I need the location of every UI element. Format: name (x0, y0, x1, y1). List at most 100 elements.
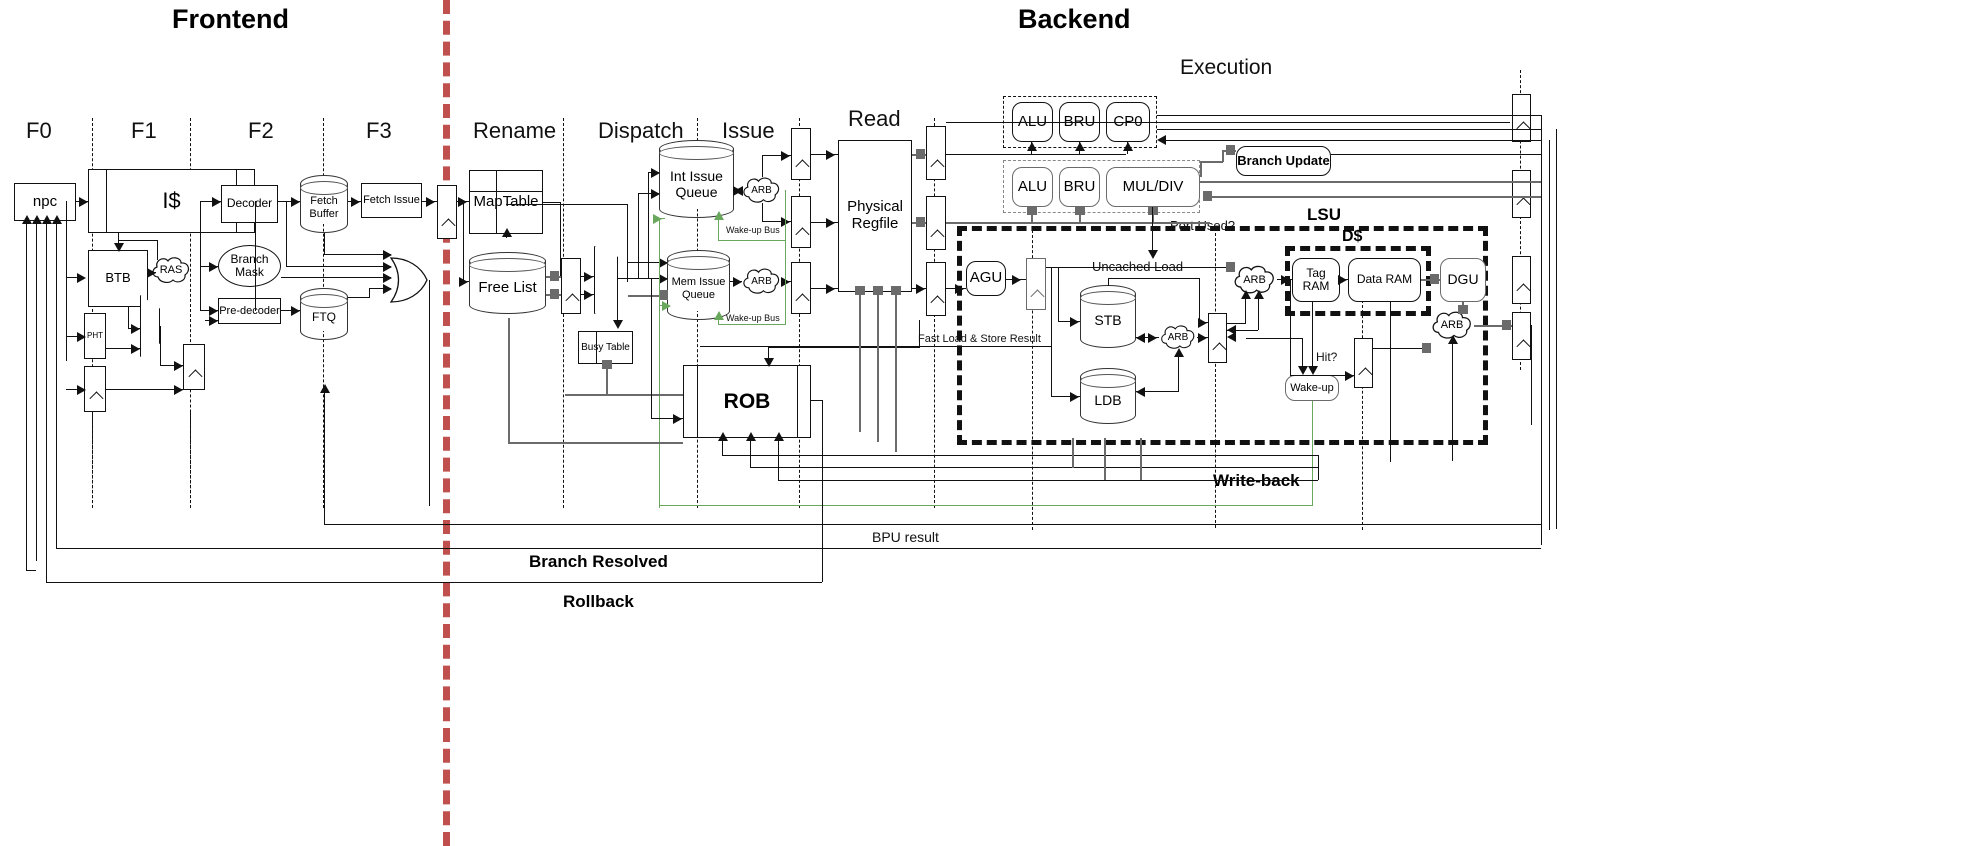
decoder-label: Decoder (226, 196, 273, 211)
wire-btb-mux-a (128, 307, 129, 329)
arrow-exec-alu2 (1027, 206, 1037, 215)
arrow-lsureg-back2 (1227, 332, 1236, 342)
wire-wb-3 (778, 480, 1318, 481)
arrow-mux-intq-2 (651, 189, 660, 199)
issue-mem-arb-label: ARB (751, 275, 772, 287)
wire-cp0-out2 (1157, 129, 1541, 130)
wire-muldiv-branchupdate-v (1200, 161, 1202, 177)
wire-rreg1-exec (946, 122, 1510, 123)
arrow-ldb-arb (1136, 387, 1145, 397)
wire-wakeup-bus-int-v (718, 218, 719, 240)
wire-fast-load-store-v (1051, 297, 1052, 346)
wakeup-label: Wake-up (1290, 381, 1334, 394)
wire-branchmask-orgate (281, 277, 391, 278)
arrow-ftq-orgate (383, 284, 392, 294)
pipeline-reg-f1b (183, 344, 205, 390)
maptable-label: MapTable (473, 192, 539, 210)
rob-label: ROB (723, 389, 771, 413)
tag-ram-label: Tag RAM (1302, 265, 1330, 293)
arrow-rob-busytable (602, 360, 612, 369)
rob-block: ROB (683, 365, 811, 438)
wire-wakeup-bus-right (785, 190, 786, 324)
wire-rob-grey-1 (1072, 438, 1074, 468)
arrow-btb-ras (147, 268, 156, 278)
arrow-npc-icache (79, 197, 88, 207)
wire-muldiv-branchupdate-h (1200, 161, 1223, 163)
wire-lsu-wakeup-h (1246, 338, 1303, 339)
wire-mux-maptable-h (506, 204, 627, 205)
arrow-reg2-regfile (826, 218, 835, 228)
arrow-decoder-orgate (383, 262, 392, 272)
physical-regfile-label: Physical Regfile (847, 198, 903, 232)
annotation-port-used: Port Used? (1170, 218, 1236, 233)
arrow-npc-fb-1 (22, 215, 32, 224)
wire-rob-in2-v (651, 278, 652, 418)
issue-int-arb-label: ARB (751, 184, 772, 196)
wire-fast-load-store (700, 346, 1052, 347)
arrow-exec-bru2 (1075, 206, 1085, 215)
mul-div-label: MUL/DIV (1122, 177, 1184, 195)
arrow-dguarb-up (1448, 335, 1458, 344)
pipeline-reg-issue-1 (791, 128, 811, 180)
dcache-arb-label: ARB (1243, 273, 1266, 286)
section-title-backend: Backend (1018, 4, 1131, 34)
wire-orgate-down (429, 280, 430, 506)
dgu-arb-label: ARB (1440, 319, 1464, 331)
pipeline-reg-read-1 (926, 126, 946, 180)
bru-2-label: BRU (1063, 177, 1096, 195)
physical-regfile-block: Physical Regfile (838, 140, 912, 292)
busy-table-label: Busy Table (581, 341, 630, 353)
maptable-hdiv (469, 191, 543, 192)
dgu-block: DGU (1440, 258, 1486, 302)
int-issue-queue-label: Int Issue Queue (670, 167, 723, 200)
wire-stb-top-h (1108, 278, 1200, 279)
arrow-tag-left (1345, 371, 1354, 381)
wire-right-bus-2 (1556, 129, 1557, 529)
wire-regfile-wp2 (877, 292, 879, 442)
pipeline-reg-issue-3 (791, 262, 811, 314)
wire-dguarb-down (1452, 341, 1453, 461)
pipeline-reg-right-2 (1512, 170, 1531, 218)
wire-npc-fb-1 (26, 221, 27, 571)
wire-npc-fb-2 (36, 221, 37, 561)
pipeline-reg-right-3 (1512, 256, 1531, 304)
arrow-mux-memq-bot (659, 290, 668, 300)
arrow-mux-out (174, 361, 183, 371)
annotation-hit: Hit? (1316, 350, 1338, 364)
arrow-wb-1 (718, 432, 728, 441)
arrow-rob-in (764, 358, 774, 367)
pipeline-reg-f1a (84, 366, 106, 412)
wire-rob-in3-v (508, 318, 510, 442)
fetch-issue-label: Fetch Issue (363, 194, 420, 207)
wire-mux-maptable-v (627, 204, 628, 282)
pipeline-reg-read-2 (926, 196, 946, 250)
wire-wakeup-green-left (659, 218, 660, 508)
arrow-icache-btb (114, 243, 124, 252)
stage-label-f3: F3 (366, 118, 392, 143)
arrow-npc-f1reg (77, 385, 86, 395)
arrow-bpu-result (320, 384, 330, 393)
arrow-branchmask-orgate (383, 273, 392, 283)
wire-bpu-result (324, 524, 1541, 525)
arrow-tagram-dataram (1338, 275, 1347, 285)
arrow-rollback (42, 215, 52, 224)
branch-update-block: Branch Update (1236, 146, 1331, 176)
wire-mux-out-a (160, 326, 161, 366)
arrow-lsureg-dcachearb (1241, 290, 1251, 299)
wire-muldiv-out (1200, 181, 1541, 183)
issue-mem-arb: ARB (741, 266, 782, 296)
arrow-reg1-regfile (826, 150, 835, 160)
wire-npc-fb-join (26, 570, 36, 571)
annotation-rollback: Rollback (563, 592, 634, 611)
arrow-icache-branchmask (209, 262, 218, 272)
arrow-dgu-arb (1458, 305, 1468, 314)
arrow-rreg3-agu (955, 284, 964, 294)
pipeline-reg-dcache-out (1354, 338, 1373, 388)
arrow-wakeup-green-intq (653, 214, 662, 224)
wire-icache-f2-bus (255, 201, 256, 311)
wire-muldiv-in (1210, 196, 1541, 198)
arrow-f1a-f1b (174, 385, 183, 395)
arrow-f1b-predecoder (209, 316, 218, 326)
wire-tag-left-v (1290, 279, 1291, 376)
btb-label: BTB (105, 270, 131, 286)
